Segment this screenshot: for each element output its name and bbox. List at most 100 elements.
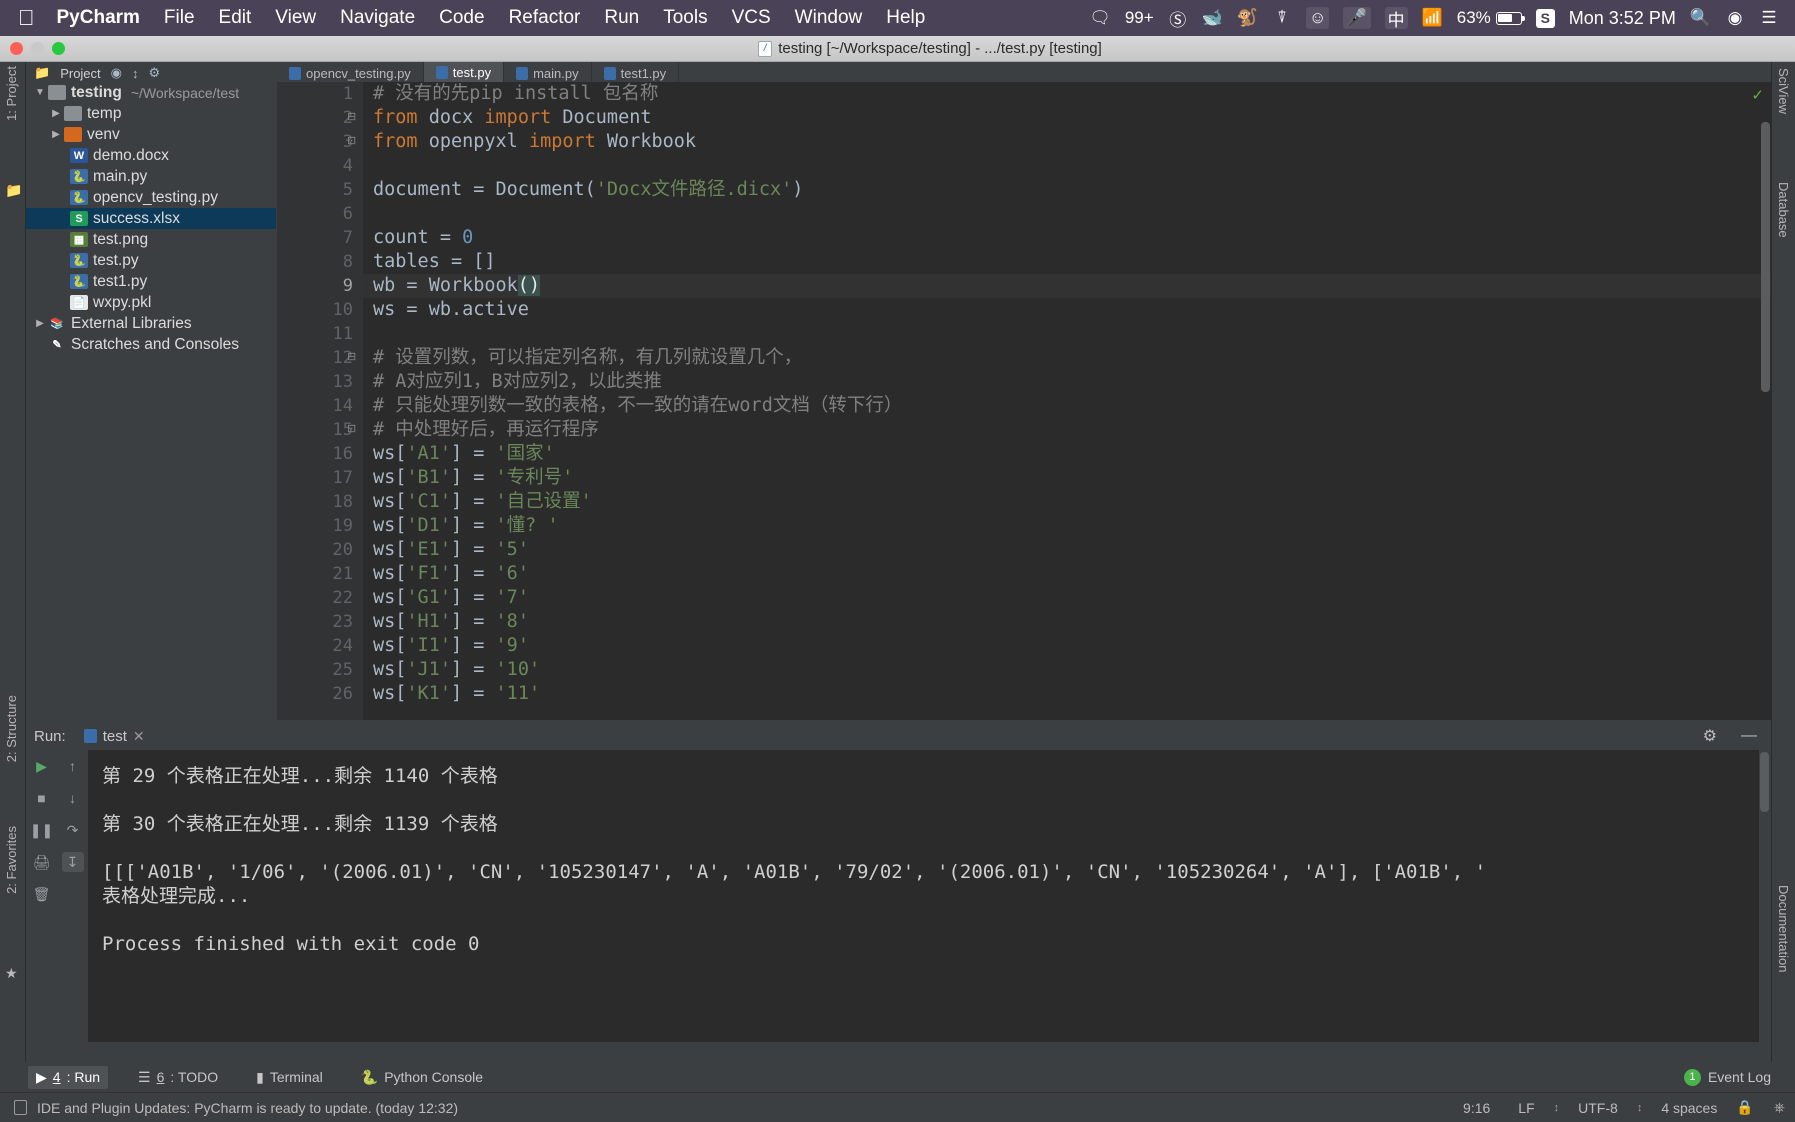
tree-item-test-png[interactable]: ▦ test.png — [26, 229, 276, 250]
menu-help[interactable]: Help — [886, 7, 925, 29]
chevron-updown-icon[interactable]: ↕ — [1637, 1102, 1643, 1114]
tab-opencv-testing-py[interactable]: opencv_testing.py — [277, 62, 424, 84]
chevron-right-icon[interactable]: ▶ — [32, 318, 48, 329]
microphone-icon[interactable]: 🎤 — [1343, 7, 1370, 29]
print-icon[interactable]: 🖨 — [31, 852, 53, 872]
tree-item-main-py[interactable]: 🐍 main.py — [26, 166, 276, 187]
favorites-star-icon[interactable]: ★ — [5, 965, 18, 982]
code-line[interactable] — [363, 154, 1772, 178]
chevron-right-icon[interactable]: ▶ — [48, 129, 64, 140]
code-fold-icon[interactable]: ⊡ — [347, 422, 356, 435]
code-line[interactable]: # 只能处理列数一致的表格，不一致的请在word文档（转下行） — [363, 394, 1772, 418]
menu-pycharm[interactable]: PyCharm — [57, 7, 140, 29]
siri-icon[interactable]: ◉ — [1725, 7, 1745, 29]
trash-icon[interactable]: 🗑 — [31, 884, 53, 904]
collapse-all-icon[interactable]: ↕ — [132, 66, 139, 81]
tab-test-py[interactable]: test.py — [424, 62, 504, 84]
minimize-icon[interactable]: — — [1741, 727, 1771, 745]
snagit-icon[interactable]: S — [1536, 9, 1555, 28]
menu-edit[interactable]: Edit — [219, 7, 252, 29]
evernote-icon[interactable]: 🐒 — [1237, 7, 1258, 29]
menu-run[interactable]: Run — [604, 7, 639, 29]
code-line[interactable]: ws['E1'] = '5' — [363, 538, 1772, 562]
menu-refactor[interactable]: Refactor — [509, 7, 581, 29]
code-line[interactable]: ws['G1'] = '7' — [363, 586, 1772, 610]
code-line[interactable] — [363, 322, 1772, 346]
code-editor[interactable]: 1⊟2⊡34567891011⊟121314⊡15161718192021222… — [277, 82, 1772, 720]
smiley-icon[interactable]: ☺ — [1306, 7, 1329, 29]
tree-item-demo-docx[interactable]: W demo.docx — [26, 145, 276, 166]
menu-file[interactable]: File — [164, 7, 195, 29]
tree-item-opencv-testing-py[interactable]: 🐍 opencv_testing.py — [26, 187, 276, 208]
spotlight-search-icon[interactable]: 🔍 — [1690, 7, 1711, 29]
tab-test1-py[interactable]: test1.py — [592, 62, 680, 84]
code-line[interactable]: # 设置列数，可以指定列名称，有几列就设置几个， — [363, 346, 1772, 370]
input-method-icon[interactable]: 中 — [1385, 7, 1408, 29]
line-separator[interactable]: LF — [1509, 1100, 1543, 1116]
tree-item-scratches-and-consoles[interactable]: ✎ Scratches and Consoles — [26, 334, 276, 355]
wifi-icon[interactable]: 📶 — [1422, 7, 1443, 29]
indent-setting[interactable]: 4 spaces — [1652, 1100, 1726, 1116]
tab-main-py[interactable]: main.py — [504, 62, 592, 84]
code-line[interactable]: wb = Workbook() — [363, 274, 1772, 298]
down-arrow-icon[interactable]: ↓ — [62, 788, 84, 808]
close-icon[interactable]: ✕ — [133, 728, 145, 745]
target-icon[interactable]: ◉ — [111, 65, 122, 81]
tree-item-success-xlsx[interactable]: S success.xlsx — [26, 208, 276, 229]
project-tree[interactable]: ▼ testing ~/Workspace/test ▶ temp ▶ venv… — [26, 82, 276, 720]
chevron-updown-icon[interactable]: ↕ — [1554, 1102, 1560, 1114]
sidebar-item-sciview[interactable]: SciView — [1776, 68, 1791, 114]
menu-tools[interactable]: Tools — [663, 7, 707, 29]
pause-icon[interactable]: ❚❚ — [31, 820, 53, 840]
code-line[interactable]: tables = [] — [363, 250, 1772, 274]
sidebar-item-project[interactable]: 1: Project — [4, 66, 19, 121]
apple-icon[interactable]:  — [18, 7, 35, 29]
tree-item-wxpy-pkl[interactable]: 📄 wxpy.pkl — [26, 292, 276, 313]
inspection-ok-icon[interactable]: ✓ — [1751, 86, 1764, 104]
tab-python-console[interactable]: 🐍 Python Console — [353, 1066, 491, 1089]
tab-terminal[interactable]: ▮ Terminal — [248, 1066, 331, 1089]
menu-window[interactable]: Window — [795, 7, 863, 29]
code-line[interactable]: document = Document('Docx文件路径.dicx') — [363, 178, 1772, 202]
file-encoding[interactable]: UTF-8 — [1569, 1100, 1627, 1116]
code-line[interactable]: # 没有的先pip install 包名称 — [363, 82, 1772, 106]
code-fold-icon[interactable]: ⊟ — [347, 110, 356, 123]
sidebar-item-documentation[interactable]: Documentation — [1776, 885, 1791, 972]
chevron-down-icon[interactable]: ▼ — [32, 87, 48, 98]
code-line[interactable]: ws['B1'] = '专利号' — [363, 466, 1772, 490]
editor-gutter[interactable]: 1⊟2⊡34567891011⊟121314⊡15161718192021222… — [277, 82, 363, 720]
code-fold-icon[interactable]: ⊡ — [347, 134, 356, 147]
menu-vcs[interactable]: VCS — [732, 7, 771, 29]
sidebar-item-database[interactable]: Database — [1776, 182, 1791, 238]
lock-icon[interactable]: 🔒 — [1736, 1099, 1763, 1116]
close-window-button[interactable] — [10, 42, 23, 55]
editor-code-area[interactable]: # 没有的先pip install 包名称from docx import Do… — [363, 82, 1772, 720]
run-console-output[interactable]: 第 29 个表格正在处理...剩余 1140 个表格第 30 个表格正在处理..… — [88, 750, 1759, 1042]
maximize-window-button[interactable] — [52, 42, 65, 55]
code-line[interactable]: from openpyxl import Workbook — [363, 130, 1772, 154]
code-line[interactable]: ws['H1'] = '8' — [363, 610, 1772, 634]
tree-item-test1-py[interactable]: 🐍 test1.py — [26, 271, 276, 292]
code-fold-icon[interactable]: ⊟ — [347, 350, 356, 363]
code-line[interactable] — [363, 202, 1772, 226]
editor-scrollbar[interactable] — [1761, 122, 1770, 392]
menu-bar-clock[interactable]: Mon 3:52 PM — [1569, 8, 1676, 29]
code-line[interactable]: ws['I1'] = '9' — [363, 634, 1772, 658]
wechat-icon[interactable]: 🗨 — [1089, 7, 1111, 29]
console-scrollbar[interactable] — [1760, 752, 1769, 812]
creative-cloud-icon[interactable]: Ⓢ — [1168, 7, 1188, 29]
bartender-icon[interactable]: ⍒ — [1272, 7, 1292, 29]
git-branch-icon[interactable]: ⎈ — [1774, 1099, 1795, 1116]
message-icon[interactable] — [14, 1100, 27, 1115]
project-folder-icon[interactable]: 📁 — [5, 182, 22, 199]
soft-wrap-icon[interactable]: ↷ — [62, 820, 84, 840]
tree-item-testing[interactable]: ▼ testing ~/Workspace/test — [26, 82, 276, 103]
code-line[interactable]: ws['A1'] = '国家' — [363, 442, 1772, 466]
code-line[interactable]: # A对应列1，B对应列2，以此类推 — [363, 370, 1772, 394]
scroll-to-end-icon[interactable]: ↧ — [62, 852, 84, 872]
menu-view[interactable]: View — [275, 7, 316, 29]
chevron-right-icon[interactable]: ▶ — [48, 108, 64, 119]
tree-item-temp[interactable]: ▶ temp — [26, 103, 276, 124]
code-line[interactable]: ws['F1'] = '6' — [363, 562, 1772, 586]
notification-center-icon[interactable]: ☰ — [1759, 7, 1779, 29]
